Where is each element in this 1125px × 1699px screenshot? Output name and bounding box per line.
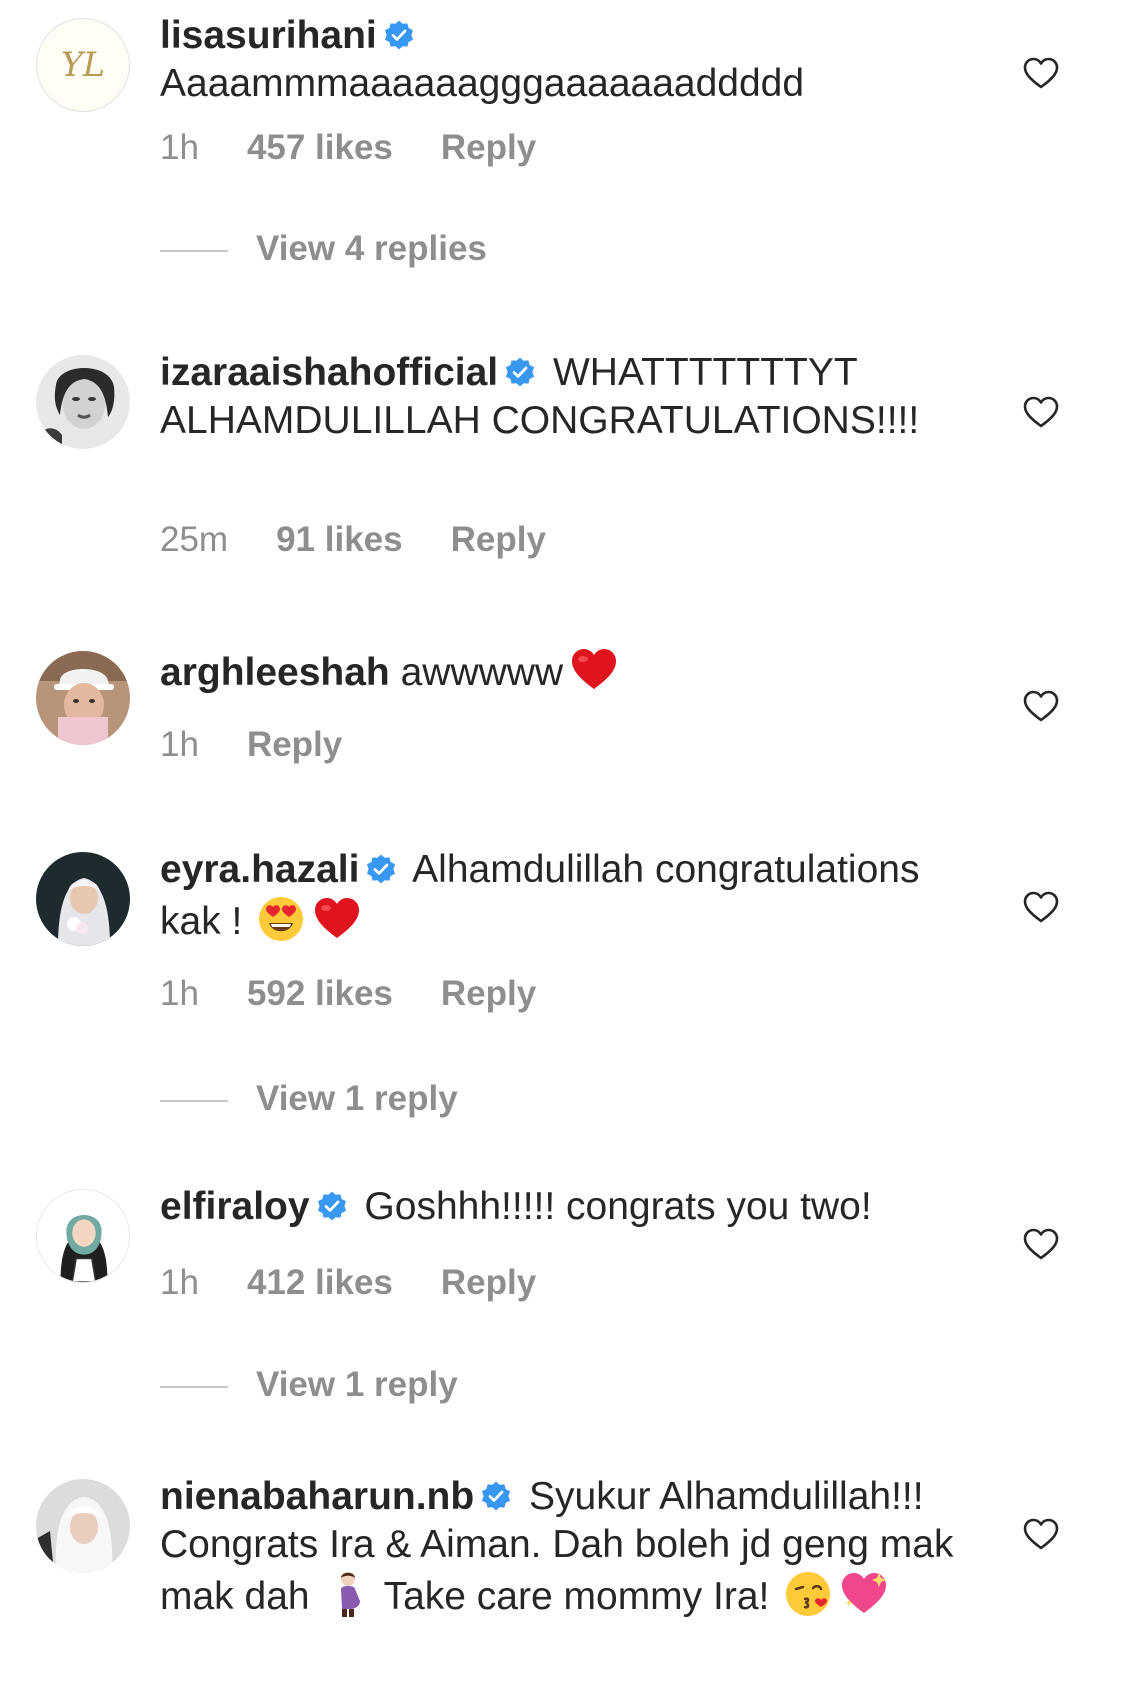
- red-heart-emoji: [312, 894, 362, 944]
- likes-count[interactable]: 91 likes: [276, 520, 403, 559]
- reply-button[interactable]: Reply: [451, 520, 546, 559]
- comment-meta: 1h Reply: [160, 725, 390, 765]
- username[interactable]: eyra.hazali: [160, 848, 359, 891]
- likes-count[interactable]: 412 likes: [247, 1263, 393, 1302]
- heart-outline-icon[interactable]: [1022, 56, 1060, 90]
- view-replies-button[interactable]: View 4 replies: [160, 229, 487, 269]
- comment-text: Goshhh!!!!! congrats you two!: [364, 1185, 872, 1228]
- verified-badge-icon: [365, 853, 397, 885]
- avatar-monogram: YL: [61, 45, 105, 84]
- comment-body: izaraaishahofficial WHATTTTTTTYT ALHAMDU…: [160, 349, 970, 445]
- heart-outline-icon[interactable]: [1022, 1517, 1060, 1551]
- avatar[interactable]: [36, 355, 130, 449]
- comments-list: YL lisasurihani Aaaammmaaaaaagggaaaaaaad…: [0, 0, 1125, 1699]
- avatar[interactable]: [36, 651, 130, 745]
- avatar[interactable]: YL: [36, 18, 130, 112]
- avatar[interactable]: [36, 1189, 130, 1283]
- comment-body: nienabaharun.nb Syukur Alhamdulillah!!! …: [160, 1473, 970, 1621]
- avatar-photo: [36, 355, 130, 449]
- timestamp: 1h: [160, 725, 199, 764]
- heart-outline-icon[interactable]: [1022, 890, 1060, 924]
- likes-count[interactable]: 592 likes: [247, 974, 393, 1013]
- comment-meta: 1h 412 likes Reply: [160, 1263, 584, 1303]
- comment-body: lisasurihani Aaaammmaaaaaagggaaaaaaadddd…: [160, 12, 970, 108]
- verified-badge-icon: [480, 1480, 512, 1512]
- comment-text: awwwww: [400, 651, 564, 694]
- divider-line: [160, 1099, 228, 1102]
- heart-eyes-emoji: [256, 894, 306, 944]
- avatar-photo: [36, 651, 130, 745]
- username[interactable]: elfiraloy: [160, 1185, 310, 1228]
- comment-meta: 1h 592 likes Reply: [160, 974, 584, 1014]
- avatar[interactable]: [36, 852, 130, 946]
- monogram-logo: YL: [37, 19, 129, 111]
- likes-count[interactable]: 457 likes: [247, 128, 393, 167]
- divider-line: [160, 1385, 228, 1388]
- reply-button[interactable]: Reply: [441, 1263, 536, 1302]
- avatar-photo: [36, 852, 130, 946]
- username[interactable]: lisasurihani: [160, 14, 377, 57]
- username[interactable]: izaraaishahofficial: [160, 351, 498, 394]
- divider-line: [160, 249, 228, 252]
- view-replies-label: View 4 replies: [256, 229, 487, 268]
- comment-body: arghleeshah awwwww: [160, 645, 970, 697]
- avatar[interactable]: [36, 1479, 130, 1573]
- comment-meta: 1h 457 likes Reply: [160, 128, 584, 168]
- comment-text-continued: Take care mommy Ira!: [383, 1575, 770, 1618]
- timestamp: 1h: [160, 1263, 199, 1302]
- comment-text: Aaaammmaaaaaagggaaaaaaaddddd: [160, 62, 805, 105]
- heart-outline-icon[interactable]: [1022, 1227, 1060, 1261]
- reply-button[interactable]: Reply: [441, 974, 536, 1013]
- username[interactable]: nienabaharun.nb: [160, 1475, 474, 1518]
- username[interactable]: arghleeshah: [160, 651, 390, 694]
- verified-badge-icon: [504, 356, 536, 388]
- view-replies-label: View 1 reply: [256, 1079, 458, 1118]
- reply-button[interactable]: Reply: [247, 725, 342, 764]
- timestamp: 1h: [160, 128, 199, 167]
- heart-outline-icon[interactable]: [1022, 689, 1060, 723]
- heart-outline-icon[interactable]: [1022, 395, 1060, 429]
- view-replies-button[interactable]: View 1 reply: [160, 1365, 458, 1405]
- comment-body: elfiraloy Goshhh!!!!! congrats you two!: [160, 1183, 970, 1231]
- reply-button[interactable]: Reply: [441, 128, 536, 167]
- verified-badge-icon: [383, 19, 415, 51]
- timestamp: 25m: [160, 520, 229, 559]
- view-replies-label: View 1 reply: [256, 1365, 458, 1404]
- avatar-photo: [36, 1479, 130, 1573]
- view-replies-button[interactable]: View 1 reply: [160, 1079, 458, 1119]
- comment-body: eyra.hazali Alhamdulillah congratulation…: [160, 846, 970, 946]
- comment-meta: 25m 91 likes Reply: [160, 520, 594, 560]
- sparkling-heart-emoji: [839, 1569, 889, 1619]
- red-heart-emoji: [569, 645, 619, 695]
- timestamp: 1h: [160, 974, 199, 1013]
- verified-badge-icon: [316, 1190, 348, 1222]
- pregnant-woman-emoji: [324, 1569, 374, 1619]
- face-blowing-kiss-emoji: [783, 1569, 833, 1619]
- avatar-illustration: [37, 1190, 129, 1282]
